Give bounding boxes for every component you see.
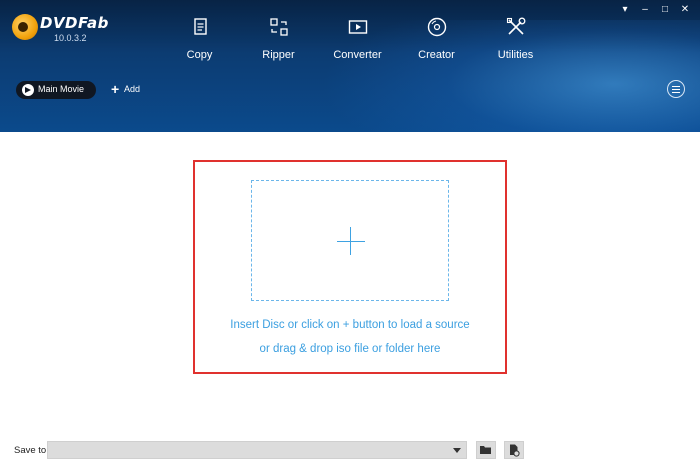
plus-icon: + <box>111 81 120 97</box>
creator-icon <box>427 17 446 37</box>
minimize-icon[interactable]: – <box>638 4 652 16</box>
nav-creator[interactable]: Creator <box>397 12 476 68</box>
app-name: DVDFab <box>40 14 109 32</box>
nav-ripper-label: Ripper <box>262 49 295 61</box>
nav-converter-label: Converter <box>333 49 382 61</box>
play-arrow-icon <box>22 84 34 96</box>
utilities-icon <box>506 17 525 35</box>
nav-copy[interactable]: Copy <box>160 12 239 68</box>
restore-icon[interactable]: □ <box>658 4 672 16</box>
nav-utilities[interactable]: Utilities <box>476 12 555 68</box>
iso-file-icon <box>510 444 520 457</box>
nav-utilities-label: Utilities <box>497 49 534 61</box>
nav-creator-label: Creator <box>418 49 455 61</box>
app-logo: DVDFab 10.0.3.2 <box>12 12 108 46</box>
copy-icon <box>193 18 207 35</box>
nav-ripper[interactable]: Ripper <box>239 12 318 68</box>
dock-icon[interactable]: ▾ <box>618 4 632 16</box>
save-to-label: Save to: <box>14 445 49 456</box>
menu-icon-line <box>672 89 680 90</box>
nav-converter[interactable]: Converter <box>318 12 397 68</box>
iso-output-button[interactable] <box>504 441 524 459</box>
add-label: Add <box>124 84 141 94</box>
header-banner: DVDFab 10.0.3.2 Copy Ripper Converter Cr… <box>0 0 700 132</box>
window-controls: ▾ – □ ✕ <box>618 4 692 16</box>
add-source-button[interactable] <box>251 180 449 301</box>
ripper-icon <box>269 18 288 36</box>
converter-icon <box>348 20 367 34</box>
menu-icon-line <box>672 92 680 93</box>
drop-hint-line-2: or drag & drop iso file or folder here <box>259 343 441 355</box>
dvdfab-logo-icon <box>12 14 38 40</box>
main-nav: Copy Ripper Converter Creator Utilities <box>160 12 555 72</box>
menu-button[interactable] <box>667 80 685 98</box>
plus-icon-horizontal <box>337 241 365 242</box>
source-drop-area: Insert Disc or click on + button to load… <box>193 160 507 374</box>
nav-copy-label: Copy <box>186 49 213 61</box>
app-version: 10.0.3.2 <box>54 33 87 43</box>
save-to-select[interactable] <box>47 441 467 459</box>
close-icon[interactable]: ✕ <box>678 4 692 16</box>
chevron-down-icon <box>453 448 461 453</box>
drop-hint-line-1: Insert Disc or click on + button to load… <box>230 319 470 331</box>
browse-folder-button[interactable] <box>476 441 496 459</box>
main-movie-button[interactable]: Main Movie <box>16 81 96 99</box>
menu-icon-line <box>672 86 680 87</box>
dvdfab-window: DVDFab 10.0.3.2 Copy Ripper Converter Cr… <box>0 0 700 467</box>
folder-icon <box>480 446 491 454</box>
main-movie-label: Main Movie <box>38 84 85 94</box>
